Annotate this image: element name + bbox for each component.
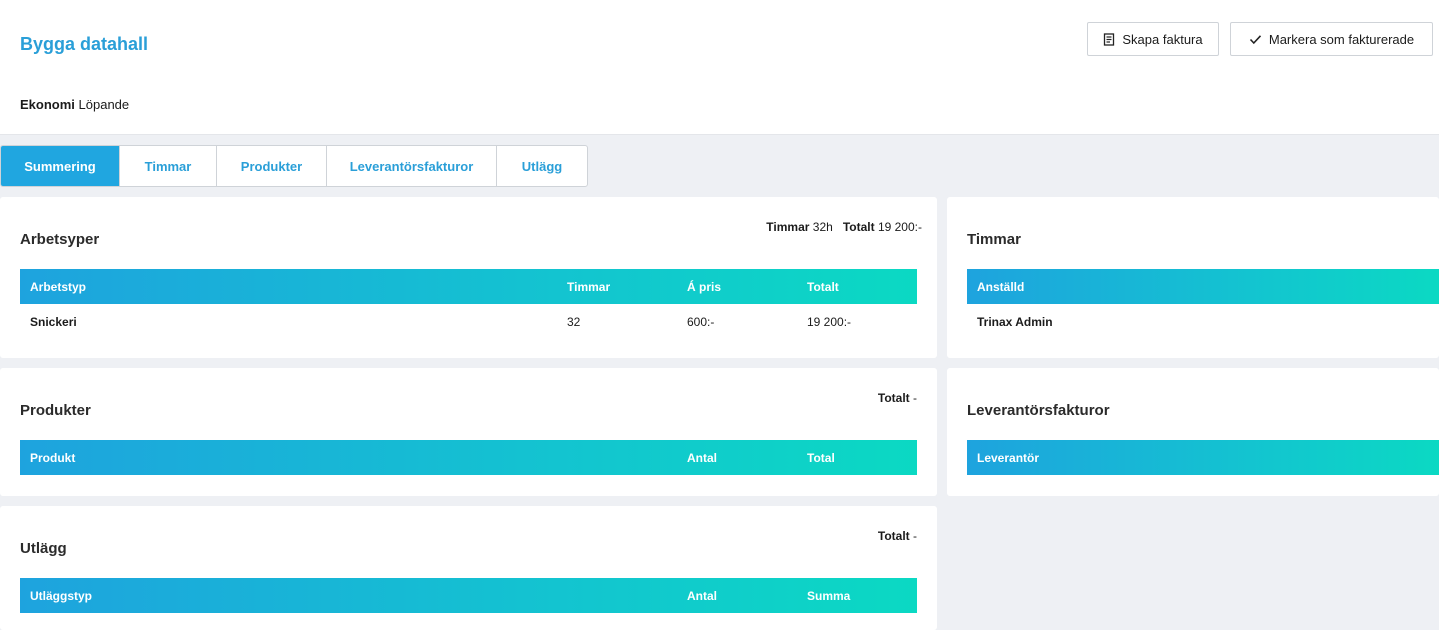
worktypes-title: Arbetsyper	[20, 231, 100, 248]
summary-total-label: Totalt	[842, 220, 875, 234]
summary-total-label: Totalt	[877, 391, 910, 405]
expenses-table-header: Utläggstyp Antal Summa	[20, 578, 917, 613]
products-table-header: Produkt Antal Total	[20, 440, 917, 475]
page-title: Bygga datahall	[20, 34, 149, 54]
economy-value: Löpande	[78, 97, 130, 112]
col-leverantor: Leverantör	[977, 450, 1040, 465]
supplier-invoices-card: Leverantörsfakturor Leverantör	[947, 368, 1439, 496]
table-row: Snickeri 32 600:- 19 200:-	[20, 304, 917, 339]
col-antal: Antal	[687, 450, 717, 465]
hours-title: Timmar	[967, 231, 1021, 248]
expenses-title: Utlägg	[20, 540, 67, 557]
mark-invoiced-label: Markera som fakturerade	[1268, 31, 1415, 47]
worktypes-table-header: Arbetstyp Timmar Á pris Totalt	[20, 269, 917, 304]
tab-timmar[interactable]: Timmar	[120, 146, 217, 186]
cell-timmar: 32	[567, 314, 581, 329]
products-summary: Totalt -	[878, 391, 917, 405]
summary-total-value: -	[913, 529, 917, 543]
create-invoice-button[interactable]: Skapa faktura	[1087, 22, 1219, 56]
tab-bar: Summering Timmar Produkter Leverantörsfa…	[0, 145, 588, 187]
col-a-pris: Á pris	[687, 279, 722, 294]
products-card: Produkter Totalt - Produkt Antal Total	[0, 368, 937, 496]
economy-line: Ekonomi Löpande	[20, 97, 129, 112]
col-arbetstyp: Arbetstyp	[30, 279, 87, 294]
check-icon	[1249, 34, 1261, 44]
supplier-invoices-table-header: Leverantör	[967, 440, 1439, 475]
summary-total-value: 19 200:-	[877, 220, 922, 234]
tab-produkter[interactable]: Produkter	[217, 146, 327, 186]
create-invoice-label: Skapa faktura	[1122, 31, 1203, 47]
col-totalt: Totalt	[807, 279, 839, 294]
hours-table-header: Anställd	[967, 269, 1439, 304]
worktypes-summary: Timmar 32h Totalt 19 200:-	[766, 220, 922, 234]
worktypes-card: Arbetsyper Timmar 32h Totalt 19 200:- Ar…	[0, 197, 937, 358]
invoice-icon	[1104, 32, 1115, 46]
tab-summering[interactable]: Summering	[1, 146, 120, 186]
hours-card: Timmar Anställd Trinax Admin	[947, 197, 1439, 358]
tab-leverantorsfakturor[interactable]: Leverantörsfakturor	[327, 146, 497, 186]
cell-totalt: 19 200:-	[807, 314, 852, 329]
mark-invoiced-button[interactable]: Markera som fakturerade	[1230, 22, 1433, 56]
tab-utlagg[interactable]: Utlägg	[497, 146, 587, 186]
col-anstalld: Anställd	[977, 279, 1025, 294]
summary-total-value: -	[913, 391, 917, 405]
cell-a-pris: 600:-	[687, 314, 715, 329]
page-header: Bygga datahall Ekonomi Löpande Skapa fak…	[0, 0, 1439, 135]
col-summa: Summa	[807, 588, 851, 603]
economy-label: Ekonomi	[20, 97, 75, 112]
expenses-card: Utlägg Totalt - Utläggstyp Antal Summa	[0, 506, 937, 630]
summary-total-label: Totalt	[877, 529, 910, 543]
col-total: Total	[807, 450, 835, 465]
col-produkt: Produkt	[30, 450, 76, 465]
summary-hours-label: Timmar	[766, 220, 810, 234]
cell-arbetstyp: Snickeri	[30, 314, 77, 329]
products-title: Produkter	[20, 402, 91, 419]
expenses-summary: Totalt -	[878, 529, 917, 543]
col-antal: Antal	[687, 588, 717, 603]
supplier-invoices-title: Leverantörsfakturor	[967, 402, 1110, 419]
summary-hours-value: 32h	[812, 220, 833, 234]
cell-anstalld: Trinax Admin	[977, 314, 1053, 329]
col-timmar: Timmar	[567, 279, 611, 294]
col-utlaggstyp: Utläggstyp	[30, 588, 93, 603]
table-row: Trinax Admin	[967, 304, 1439, 339]
